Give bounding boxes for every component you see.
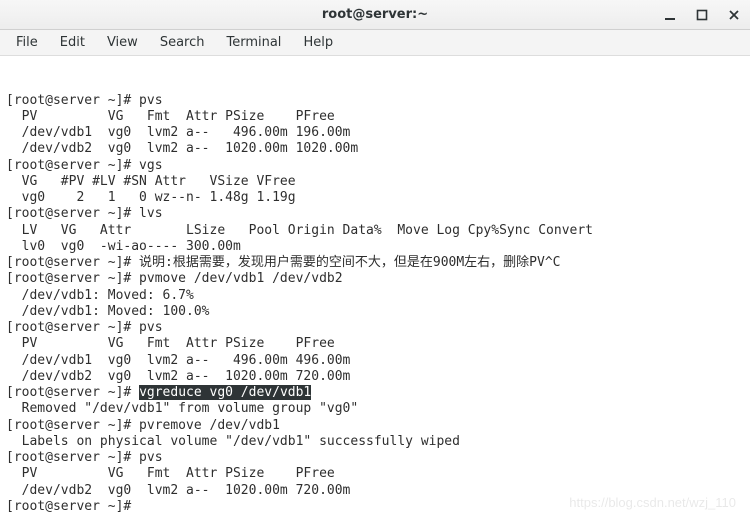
maximize-button[interactable] <box>692 5 712 25</box>
terminal-line: [root@server ~]# lvs <box>6 206 744 222</box>
highlighted-command: vgreduce vg0 /dev/vdb1 <box>139 385 311 400</box>
terminal-line: Removed "/dev/vdb1" from volume group "v… <box>6 401 744 417</box>
terminal-line: lv0 vg0 -wi-ao---- 300.00m <box>6 239 744 255</box>
menu-file[interactable]: File <box>6 32 48 53</box>
terminal-line: /dev/vdb1: Moved: 100.0% <box>6 304 744 320</box>
menu-search[interactable]: Search <box>150 32 215 53</box>
menu-view[interactable]: View <box>97 32 148 53</box>
menu-terminal[interactable]: Terminal <box>216 32 291 53</box>
window-controls <box>660 0 744 29</box>
terminal-line: VG #PV #LV #SN Attr VSize VFree <box>6 174 744 190</box>
menu-help[interactable]: Help <box>293 32 343 53</box>
terminal-line: /dev/vdb2 vg0 lvm2 a-- 1020.00m 720.00m <box>6 369 744 385</box>
terminal-line: [root@server ~]# pvmove /dev/vdb1 /dev/v… <box>6 271 744 287</box>
close-button[interactable] <box>724 5 744 25</box>
terminal-line: vg0 2 1 0 wz--n- 1.48g 1.19g <box>6 190 744 206</box>
menubar: File Edit View Search Terminal Help <box>0 30 750 56</box>
terminal-line: PV VG Fmt Attr PSize PFree <box>6 466 744 482</box>
terminal-line: /dev/vdb1 vg0 lvm2 a-- 496.00m 196.00m <box>6 125 744 141</box>
terminal-line: /dev/vdb1 vg0 lvm2 a-- 496.00m 496.00m <box>6 353 744 369</box>
terminal-line: Labels on physical volume "/dev/vdb1" su… <box>6 434 744 450</box>
terminal-line: /dev/vdb2 vg0 lvm2 a-- 1020.00m 1020.00m <box>6 141 744 157</box>
maximize-icon <box>696 9 708 21</box>
terminal-line: [root@server ~]# vgs <box>6 158 744 174</box>
terminal-line: /dev/vdb2 vg0 lvm2 a-- 1020.00m 720.00m <box>6 483 744 499</box>
terminal-line: [root@server ~]# <box>6 499 744 515</box>
terminal-line: LV VG Attr LSize Pool Origin Data% Move … <box>6 223 744 239</box>
minimize-button[interactable] <box>660 5 680 25</box>
terminal-line: [root@server ~]# pvs <box>6 320 744 336</box>
close-icon <box>728 9 740 21</box>
window-titlebar: root@server:~ <box>0 0 750 30</box>
terminal-line: [root@server ~]# pvs <box>6 93 744 109</box>
terminal-line: [root@server ~]# vgreduce vg0 /dev/vdb1 <box>6 385 744 401</box>
terminal-line: [root@server ~]# pvs <box>6 450 744 466</box>
terminal-line: [root@server ~]# 说明:根据需要，发现用户需要的空间不大，但是在… <box>6 255 744 271</box>
terminal-area[interactable]: https://blog.csdn.net/wzj_110 [root@serv… <box>0 56 750 529</box>
terminal-line: PV VG Fmt Attr PSize PFree <box>6 336 744 352</box>
window-title: root@server:~ <box>0 7 750 22</box>
terminal-line: PV VG Fmt Attr PSize PFree <box>6 109 744 125</box>
menu-edit[interactable]: Edit <box>50 32 95 53</box>
minimize-icon <box>664 9 676 21</box>
terminal-line: [root@server ~]# pvremove /dev/vdb1 <box>6 418 744 434</box>
terminal-line: /dev/vdb1: Moved: 6.7% <box>6 288 744 304</box>
